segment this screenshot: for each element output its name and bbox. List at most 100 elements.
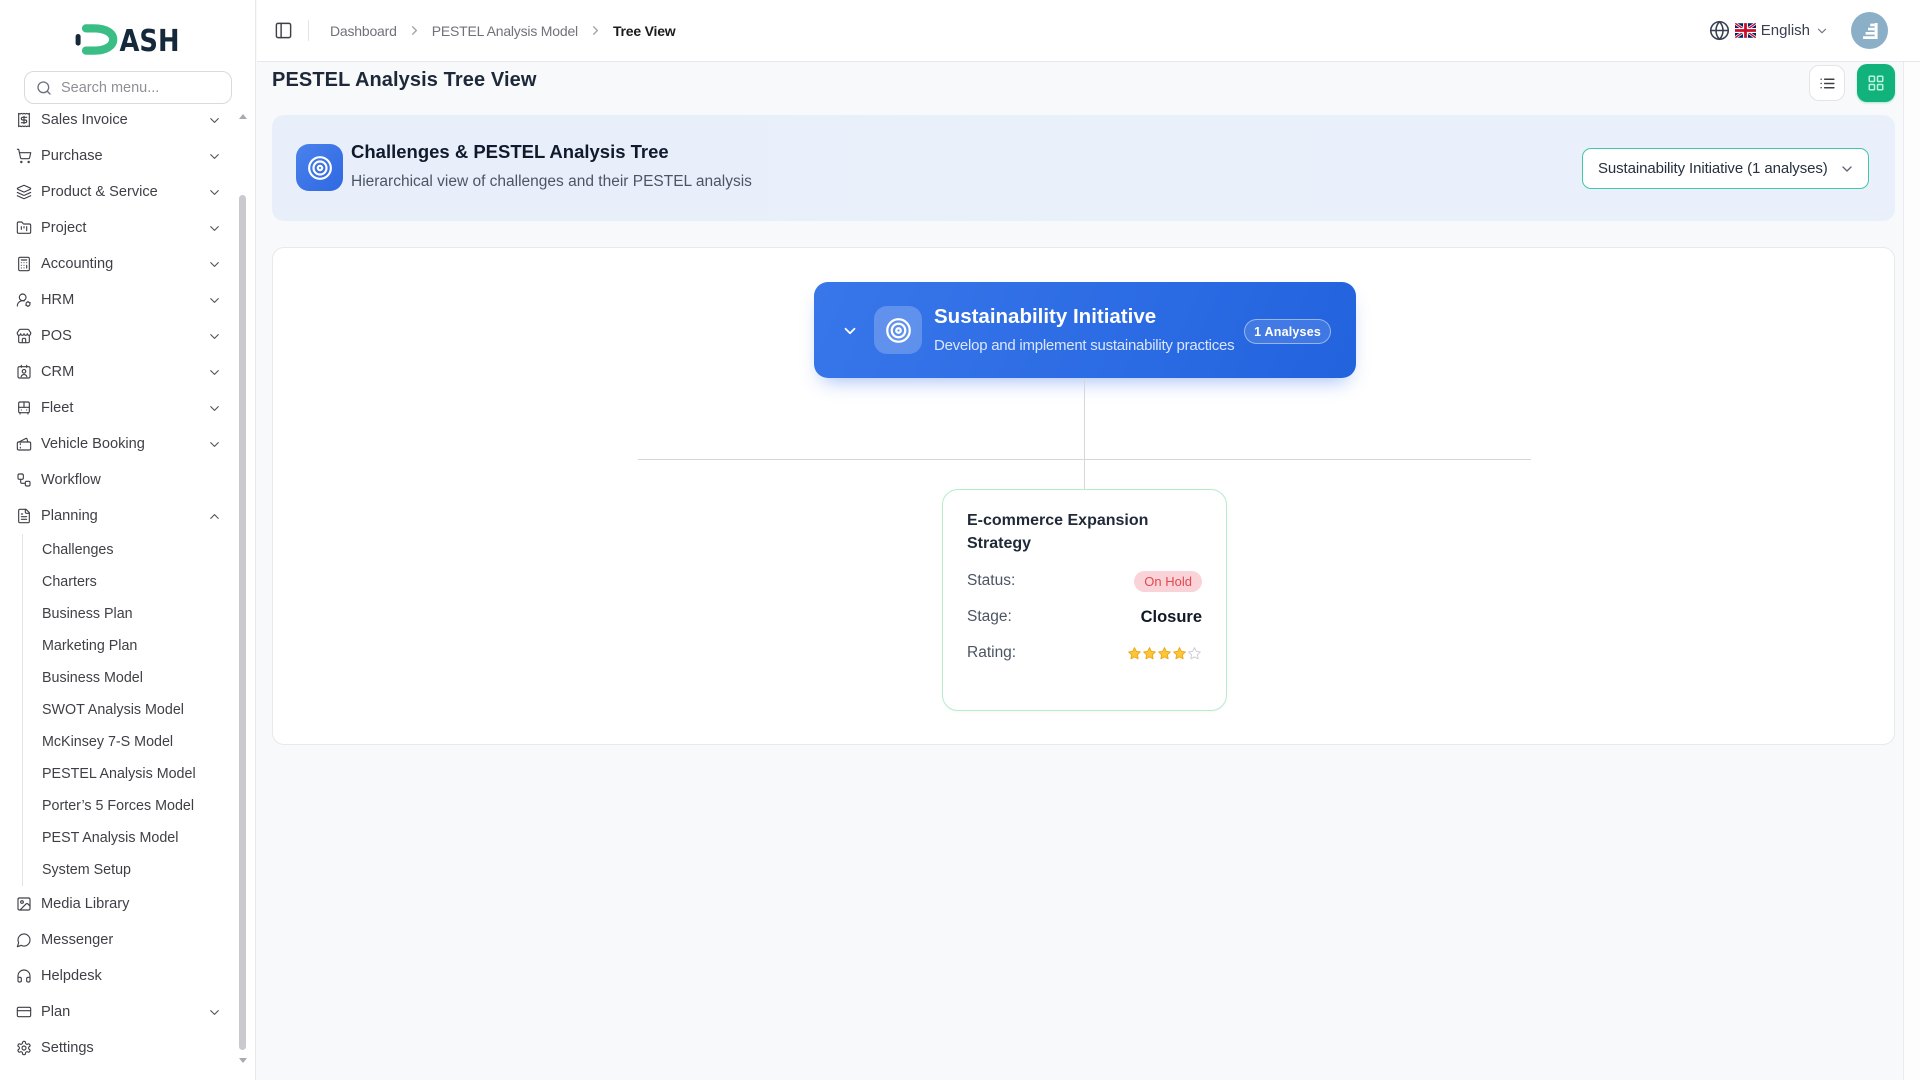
sidebar-item-messenger[interactable]: Messenger xyxy=(0,922,256,958)
submenu-item-business-model[interactable]: Business Model xyxy=(23,662,256,694)
folder-kanban-icon xyxy=(16,220,32,236)
analysis-child-card[interactable]: E-commerce Expansion Strategy Status: On… xyxy=(942,489,1227,711)
search-input[interactable] xyxy=(61,80,220,96)
bus-icon xyxy=(16,400,32,416)
sidebar-scroll-up-arrow[interactable] xyxy=(239,114,247,119)
header-right: English xyxy=(1709,12,1888,49)
calculator-icon xyxy=(16,256,32,272)
chevron-up-icon xyxy=(207,509,222,524)
app-logo[interactable]: ASH xyxy=(0,0,255,68)
submenu-item-mckinsey-7s-model[interactable]: McKinsey 7-S Model xyxy=(23,726,256,758)
analysis-select[interactable]: Sustainability Initiative (1 analyses) xyxy=(1582,148,1869,189)
stage-label: Stage: xyxy=(967,608,1012,626)
breadcrumb-pestel-analysis-model[interactable]: PESTEL Analysis Model xyxy=(432,23,578,39)
submenu-item-swot-analysis-model[interactable]: SWOT Analysis Model xyxy=(23,694,256,726)
submenu-item-pestel-analysis-model[interactable]: PESTEL Analysis Model xyxy=(23,758,256,790)
language-switcher[interactable]: English xyxy=(1735,22,1829,39)
svg-text:ASH: ASH xyxy=(119,24,179,55)
tree-container: Sustainability Initiative Develop and im… xyxy=(272,247,1895,745)
view-toggle xyxy=(1809,64,1895,102)
chevron-down-icon[interactable] xyxy=(841,322,859,340)
status-badge: On Hold xyxy=(1134,571,1202,592)
sidebar-item-product-service[interactable]: Product & Service xyxy=(0,174,256,210)
chevron-down-icon xyxy=(1839,161,1855,177)
breadcrumb-dashboard[interactable]: Dashboard xyxy=(330,23,397,39)
sidebar-item-project[interactable]: Project xyxy=(0,210,256,246)
globe-icon[interactable] xyxy=(1709,20,1730,41)
message-circle-icon xyxy=(16,932,32,948)
image-icon xyxy=(16,896,32,912)
chevron-down-icon xyxy=(207,293,222,308)
stage-value: Closure xyxy=(1141,608,1202,627)
submenu-item-charters[interactable]: Charters xyxy=(23,566,256,598)
sidebar-item-hrm[interactable]: HRM xyxy=(0,282,256,318)
sidebar-search[interactable] xyxy=(24,71,232,104)
sidebar-scrollbar[interactable] xyxy=(239,195,246,1050)
star-filled-icon xyxy=(1157,646,1172,661)
tree-root-node[interactable]: Sustainability Initiative Develop and im… xyxy=(814,282,1356,378)
sidebar-item-crm[interactable]: CRM xyxy=(0,354,256,390)
chevron-down-icon xyxy=(207,185,222,200)
target-icon xyxy=(885,317,912,344)
page-scrollbar-gutter[interactable] xyxy=(1903,62,1920,1080)
user-cog-icon xyxy=(16,292,32,308)
rating-label: Rating: xyxy=(967,644,1016,662)
headphones-icon xyxy=(16,968,32,984)
sidebar-item-media-library[interactable]: Media Library xyxy=(0,886,256,922)
page-title: PESTEL Analysis Tree View xyxy=(272,69,536,92)
grid-view-button[interactable] xyxy=(1857,64,1895,102)
submenu-item-challenges[interactable]: Challenges xyxy=(23,534,256,566)
chevron-right-icon xyxy=(407,23,422,38)
sidebar-toggle-button[interactable] xyxy=(274,21,293,40)
target-icon-tile xyxy=(874,306,922,354)
banner-title: Challenges & PESTEL Analysis Tree xyxy=(351,141,669,163)
submenu-item-marketing-plan[interactable]: Marketing Plan xyxy=(23,630,256,662)
sidebar-item-sales-invoice[interactable]: Sales Invoice xyxy=(0,102,256,138)
receipt-icon xyxy=(16,112,32,128)
chevron-right-icon xyxy=(588,23,603,38)
credit-card-icon xyxy=(16,1004,32,1020)
store-icon xyxy=(16,328,32,344)
rating-stars xyxy=(1127,646,1202,661)
chevron-down-icon xyxy=(207,329,222,344)
root-node-subtitle: Develop and implement sustainability pra… xyxy=(934,337,1234,354)
dash-logo-icon: ASH xyxy=(75,24,181,55)
sidebar-item-fleet[interactable]: Fleet xyxy=(0,390,256,426)
sidebar-scroll-down-arrow[interactable] xyxy=(239,1058,247,1063)
sidebar-item-settings[interactable]: Settings xyxy=(0,1030,256,1066)
rating-row: Rating: xyxy=(967,643,1202,663)
ticket-icon xyxy=(16,436,32,452)
planning-submenu: Challenges Charters Business Plan Market… xyxy=(22,534,256,886)
sidebar-item-workflow[interactable]: Workflow xyxy=(0,462,256,498)
chevron-down-icon xyxy=(207,401,222,416)
submenu-item-business-plan[interactable]: Business Plan xyxy=(23,598,256,630)
building-logo-icon xyxy=(1858,19,1882,43)
status-row: Status: On Hold xyxy=(967,571,1202,591)
sidebar-nav: Sales Invoice Purchase Product & Service… xyxy=(0,102,256,1066)
list-icon xyxy=(1819,75,1836,92)
submenu-item-system-setup[interactable]: System Setup xyxy=(23,854,256,886)
sidebar-item-helpdesk[interactable]: Helpdesk xyxy=(0,958,256,994)
sidebar-item-accounting[interactable]: Accounting xyxy=(0,246,256,282)
target-icon xyxy=(307,155,333,181)
sidebar-item-planning[interactable]: Planning xyxy=(0,498,256,534)
top-header: Dashboard PESTEL Analysis Model Tree Vie… xyxy=(257,0,1920,62)
user-avatar[interactable] xyxy=(1851,12,1888,49)
chevron-down-icon xyxy=(207,149,222,164)
gear-icon xyxy=(16,1040,32,1056)
list-view-button[interactable] xyxy=(1809,65,1845,101)
chevron-down-icon xyxy=(207,365,222,380)
sidebar-item-purchase[interactable]: Purchase xyxy=(0,138,256,174)
chevron-down-icon xyxy=(1815,24,1829,38)
sidebar-item-plan[interactable]: Plan xyxy=(0,994,256,1030)
submenu-item-pest-analysis-model[interactable]: PEST Analysis Model xyxy=(23,822,256,854)
chevron-down-icon xyxy=(207,221,222,236)
sidebar-item-vehicle-booking[interactable]: Vehicle Booking xyxy=(0,426,256,462)
star-filled-icon xyxy=(1142,646,1157,661)
submenu-item-porters-5-forces-model[interactable]: Porter’s 5 Forces Model xyxy=(23,790,256,822)
breadcrumb: Dashboard PESTEL Analysis Model Tree Vie… xyxy=(330,23,676,39)
sidebar-item-pos[interactable]: POS xyxy=(0,318,256,354)
stage-row: Stage: Closure xyxy=(967,607,1202,627)
layers-icon xyxy=(16,184,32,200)
target-icon-tile xyxy=(296,144,343,191)
